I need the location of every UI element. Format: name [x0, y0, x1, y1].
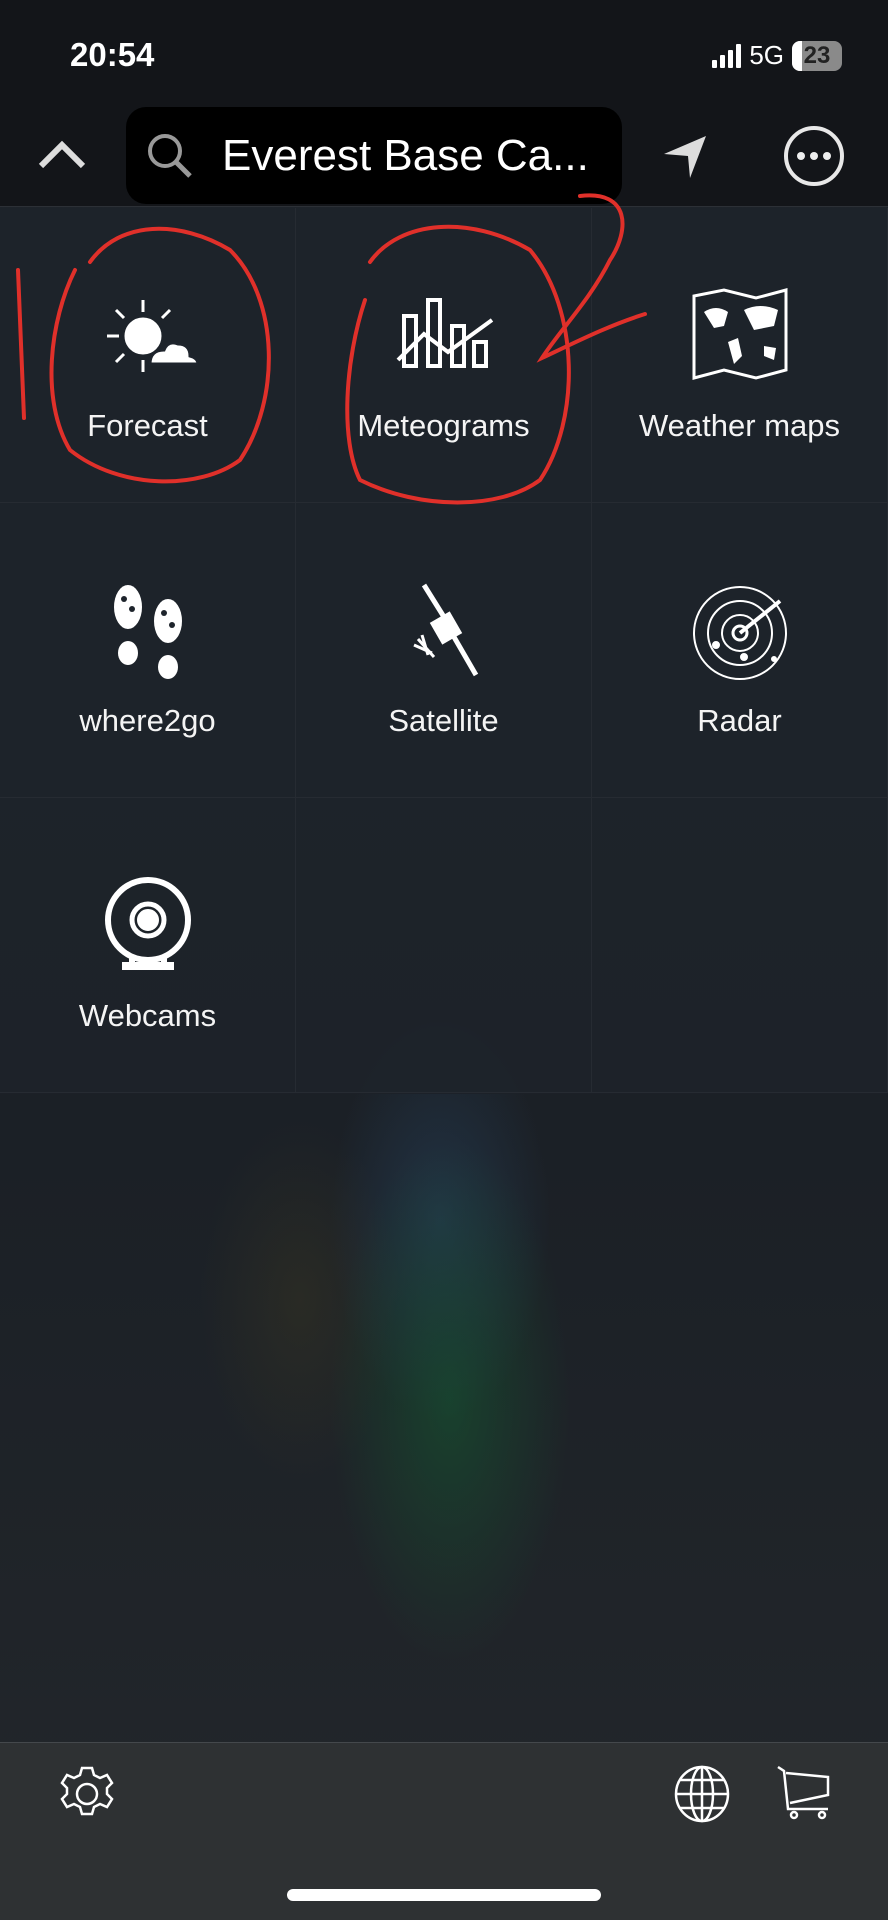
meteogram-icon — [396, 298, 494, 368]
signal-icon — [712, 43, 742, 68]
menu-item-webcams[interactable]: Webcams — [0, 798, 296, 1093]
menu-label: Webcams — [78, 998, 217, 1033]
home-indicator[interactable] — [287, 1889, 601, 1901]
menu-item-weather-maps[interactable]: Weather maps — [592, 208, 888, 503]
search-input[interactable]: Everest Base Ca... — [126, 107, 622, 204]
network-type: 5G — [749, 40, 784, 70]
webcam-icon — [105, 877, 191, 970]
menu-label: Weather maps — [638, 408, 840, 443]
radar-icon — [693, 586, 787, 680]
status-time: 20:54 — [70, 36, 155, 73]
menu-item-satellite[interactable]: Satellite — [296, 503, 592, 798]
more-icon[interactable] — [782, 124, 846, 188]
battery-icon: 23 — [792, 40, 842, 71]
world-map-icon — [692, 288, 788, 380]
menu-grid: Forecast Meteograms Weather maps where2g… — [0, 208, 888, 1094]
empty-cell — [592, 798, 888, 1093]
menu-item-radar[interactable]: Radar — [592, 503, 888, 798]
status-icons: 5G 23 — [712, 40, 842, 71]
menu-label: Meteograms — [357, 408, 530, 443]
cart-icon[interactable] — [776, 1765, 832, 1821]
footprints-icon — [114, 585, 182, 679]
empty-cell — [296, 798, 592, 1093]
search-icon — [148, 133, 192, 178]
menu-label: Forecast — [87, 408, 208, 443]
gear-icon[interactable] — [58, 1765, 116, 1823]
menu-label: where2go — [79, 703, 216, 738]
location-arrow-icon[interactable] — [662, 134, 710, 182]
satellite-icon — [413, 583, 479, 677]
menu-item-forecast[interactable]: Forecast — [0, 208, 296, 503]
menu-label: Radar — [697, 703, 782, 738]
menu-item-meteograms[interactable]: Meteograms — [296, 208, 592, 503]
search-value: Everest Base Ca... — [222, 130, 589, 180]
chevron-up-icon[interactable] — [36, 136, 88, 172]
sun-cloud-icon — [107, 300, 198, 372]
top-bar: 20:54 5G 23 Everest Base Ca... — [0, 0, 888, 207]
menu-label: Satellite — [388, 703, 499, 738]
globe-icon[interactable] — [674, 1765, 730, 1823]
battery-level: 23 — [803, 41, 831, 69]
menu-item-where2go[interactable]: where2go — [0, 503, 296, 798]
